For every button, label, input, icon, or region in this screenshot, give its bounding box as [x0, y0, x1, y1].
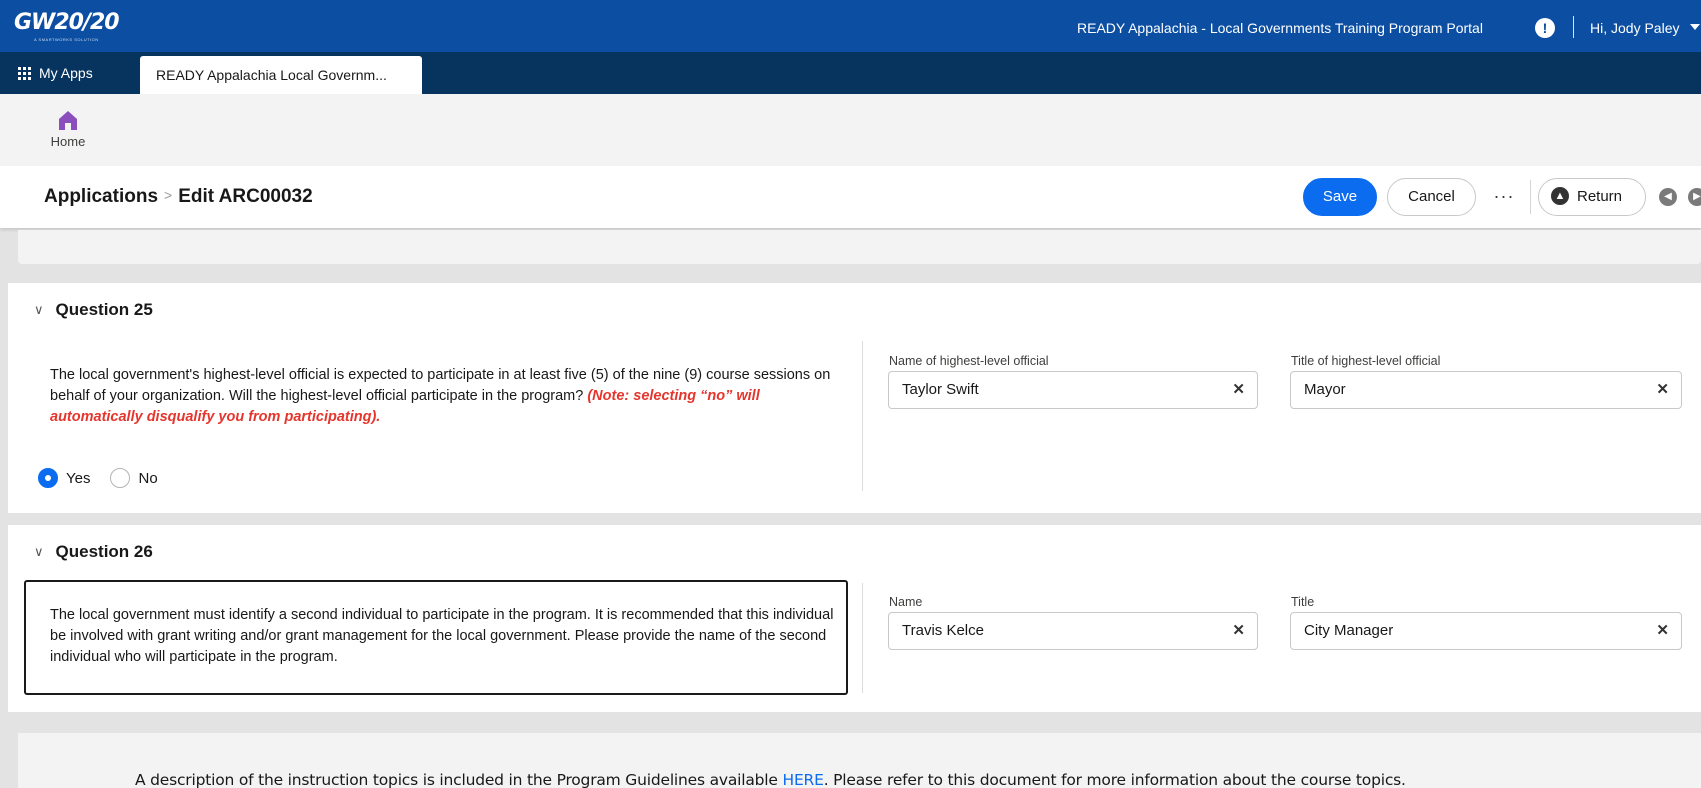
radio-no-label[interactable]: No — [138, 470, 157, 487]
question-26-text: The local government must identify a sec… — [50, 607, 834, 665]
second-name-value: Travis Kelce — [902, 622, 984, 639]
save-button[interactable]: Save — [1303, 178, 1377, 216]
question-25-title: Question 25 — [55, 300, 153, 319]
caret-down-icon[interactable] — [1690, 24, 1700, 30]
exclamation-circle-icon[interactable]: ! — [1535, 18, 1555, 38]
return-button[interactable]: ▲ Return — [1538, 178, 1646, 216]
guidelines-text-after: . Please refer to this document for more… — [823, 771, 1406, 788]
clear-icon[interactable]: ✕ — [1232, 613, 1245, 649]
page-header: Applications > Edit ARC00032 Save Cancel ·… — [0, 166, 1701, 228]
info-banner: A description of the instruction topics … — [18, 733, 1701, 788]
logo-text: GW20/20 — [14, 10, 120, 35]
breadcrumb: Applications > Edit ARC00032 — [44, 166, 313, 228]
guidelines-link[interactable]: HERE — [782, 771, 823, 788]
tab-ready-appalachia[interactable]: READY Appalachia Local Governm... — [140, 56, 422, 94]
chevron-down-icon: ∨ — [34, 302, 44, 317]
portal-title: READY Appalachia - Local Governments Tra… — [1077, 20, 1483, 36]
second-title-label: Title — [1291, 595, 1315, 609]
header-divider — [1573, 16, 1574, 38]
second-title-value: City Manager — [1304, 622, 1394, 639]
home-icon — [55, 108, 81, 132]
more-actions-button[interactable]: ··· — [1489, 178, 1519, 216]
clear-icon[interactable]: ✕ — [1656, 613, 1669, 649]
chevron-down-icon: ∨ — [34, 544, 44, 559]
official-name-value: Taylor Swift — [902, 381, 979, 398]
question-26-header[interactable]: ∨ Question 26 — [34, 542, 153, 562]
breadcrumb-separator: > — [164, 187, 173, 203]
second-title-input[interactable]: City Manager ✕ — [1290, 612, 1682, 650]
question-25-text: The local government's highest-level off… — [50, 365, 850, 428]
question-26-section: ∨ Question 26 The local government must i… — [8, 525, 1701, 712]
radio-no[interactable] — [110, 468, 131, 488]
arrow-up-circle-icon: ▲ — [1551, 187, 1569, 206]
previous-record-icon[interactable]: ◀ — [1659, 188, 1677, 206]
nav-bar: Home — [0, 94, 1701, 166]
official-name-input[interactable]: Taylor Swift ✕ — [888, 371, 1258, 409]
program-guidelines-text: A description of the instruction topics … — [135, 771, 1406, 788]
cancel-button[interactable]: Cancel — [1387, 178, 1476, 216]
previous-section-edge — [18, 230, 1701, 264]
participation-radio-group: Yes No — [38, 468, 178, 488]
breadcrumb-current: Edit ARC00032 — [178, 186, 313, 207]
clear-icon[interactable]: ✕ — [1656, 372, 1669, 408]
question-26-title: Question 26 — [55, 542, 153, 561]
official-title-label: Title of highest-level official — [1291, 354, 1441, 368]
column-divider — [862, 341, 863, 491]
home-nav-item[interactable]: Home — [46, 108, 90, 149]
next-record-icon[interactable]: ▶ — [1688, 188, 1701, 206]
my-apps-button[interactable]: My Apps — [18, 52, 93, 94]
question-25-header[interactable]: ∨ Question 25 — [34, 300, 153, 320]
app-tab-bar: My Apps READY Appalachia Local Governm..… — [0, 52, 1701, 94]
second-name-input[interactable]: Travis Kelce ✕ — [888, 612, 1258, 650]
toolbar-divider — [1530, 180, 1531, 214]
gw2020-logo[interactable]: GW20/20 A SMARTWORKS SOLUTION — [14, 8, 144, 44]
guidelines-text-before: A description of the instruction topics … — [135, 771, 783, 788]
question-25-section: ∨ Question 25 The local government's high… — [8, 283, 1701, 513]
return-label: Return — [1577, 188, 1623, 205]
radio-yes[interactable] — [38, 468, 58, 488]
home-label: Home — [50, 134, 86, 149]
clear-icon[interactable]: ✕ — [1232, 372, 1245, 408]
breadcrumb-applications[interactable]: Applications — [44, 186, 158, 207]
top-header: GW20/20 A SMARTWORKS SOLUTION READY Appa… — [0, 0, 1701, 52]
app-grid-icon — [18, 66, 31, 80]
logo-tagline: A SMARTWORKS SOLUTION — [34, 37, 99, 42]
second-name-label: Name — [889, 595, 923, 609]
radio-yes-label[interactable]: Yes — [66, 470, 90, 487]
my-apps-label: My Apps — [39, 65, 93, 81]
user-menu[interactable]: Hi, Jody Paley — [1590, 0, 1679, 56]
official-title-input[interactable]: Mayor ✕ — [1290, 371, 1682, 409]
official-name-label: Name of highest-level official — [889, 354, 1049, 368]
official-title-value: Mayor — [1304, 381, 1346, 398]
column-divider — [862, 583, 863, 693]
